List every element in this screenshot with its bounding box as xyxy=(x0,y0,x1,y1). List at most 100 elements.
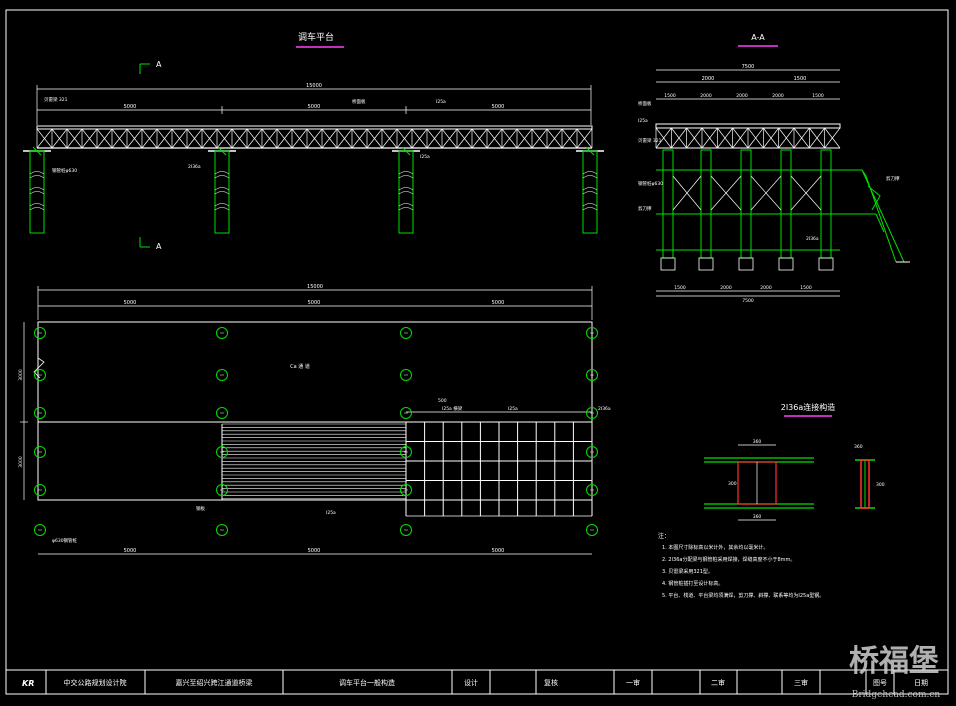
svg-text:剪刀撑: 剪刀撑 xyxy=(638,205,652,212)
pile-splice xyxy=(398,187,414,195)
svg-text:1500: 1500 xyxy=(664,93,676,99)
detail-title: 2I36a连接构造 xyxy=(781,402,836,412)
elevation-view: 调车平台 A A 15000 5000 5000 5000 贝雷梁 321 桥面… xyxy=(23,31,604,251)
svg-text:5000: 5000 xyxy=(308,300,321,306)
pile-column xyxy=(214,150,230,234)
connection-detail: 2I36a连接构造 360 300 360 300 360 xyxy=(704,402,885,521)
svg-text:3000: 3000 xyxy=(18,456,24,468)
svg-text:360: 360 xyxy=(854,444,863,450)
sec-pile-foot xyxy=(778,257,794,271)
svg-text:贝雷梁 321: 贝雷梁 321 xyxy=(638,137,662,144)
section-view: A-A 7500 2000 1500 1500 2000 2000 2000 1… xyxy=(638,33,910,304)
label-pile: 钢管桩φ630 xyxy=(52,167,77,174)
note-4: 4. 钢管桩插打至设计标高。 xyxy=(662,580,723,587)
sec-pile-foot xyxy=(818,257,834,271)
plan-view: 15000 5000 5000 5000 3000 3000 Ca 通 道 50… xyxy=(18,284,611,555)
svg-text:2000: 2000 xyxy=(720,285,732,291)
deck-hatch xyxy=(221,423,406,500)
svg-text:I25a: I25a xyxy=(508,406,518,412)
svg-text:2000: 2000 xyxy=(772,93,784,99)
pile-splice xyxy=(214,203,230,211)
svg-text:I25a: I25a xyxy=(326,510,336,516)
plan-pile-circles xyxy=(34,327,598,536)
note-5: 5. 平台、栈道、平台梁均须满焊，剪刀撑、斜撑、联系等均为I25a型钢。 xyxy=(662,592,824,599)
svg-text:I25a: I25a xyxy=(638,118,648,124)
svg-text:5000: 5000 xyxy=(492,548,505,554)
pile-splice xyxy=(582,187,598,195)
tb-map-no: 图号 xyxy=(873,679,887,687)
tb-review2: 二审 xyxy=(711,678,725,687)
svg-text:5000: 5000 xyxy=(308,548,321,554)
top-chord xyxy=(36,125,593,130)
cad-viewport[interactable]: 调车平台 A A 15000 5000 5000 5000 贝雷梁 321 桥面… xyxy=(0,0,956,706)
sec-pile xyxy=(820,149,832,259)
sec-deck xyxy=(655,123,841,129)
pier-columns xyxy=(23,146,604,234)
pile-splice xyxy=(214,171,230,179)
svg-text:5000: 5000 xyxy=(124,300,137,306)
pile-splice xyxy=(29,171,45,179)
label-pile-tag: φ630钢管桩 xyxy=(52,537,78,544)
pile-splice xyxy=(398,203,414,211)
label-deck: 桥面板 xyxy=(352,98,366,105)
dim-span-3: 5000 xyxy=(492,104,505,110)
label-pile-cap: 2I36a xyxy=(188,164,201,170)
watermark-site: Bridgehead.com.cn xyxy=(852,690,941,700)
watermark-brand: 桥福堡 xyxy=(849,644,939,679)
dim-span-2: 5000 xyxy=(308,104,321,110)
label-cross-beam: I25a xyxy=(436,99,446,105)
tb-drawing: 调车平台一般构造 xyxy=(339,678,395,687)
label-plan-slab: 钢板 xyxy=(196,505,205,512)
tb-date: 日期 xyxy=(914,679,928,687)
pile-column xyxy=(398,150,414,234)
pile-splice xyxy=(582,203,598,211)
sec-pile xyxy=(700,149,712,259)
svg-text:2000: 2000 xyxy=(736,93,748,99)
label-cut-tag: I25a xyxy=(420,154,430,160)
dim-span-1: 5000 xyxy=(124,104,137,110)
cut-label-top: A xyxy=(156,60,162,69)
sec-pile xyxy=(740,149,752,259)
section-title: A-A xyxy=(751,33,765,42)
pile-splice xyxy=(398,171,414,179)
svg-text:15000: 15000 xyxy=(307,284,323,290)
svg-text:桥面板: 桥面板 xyxy=(638,100,652,107)
truss-web xyxy=(36,128,593,149)
note-1: 1. 本图尺寸除标高以米计外，其余均以毫米计。 xyxy=(662,544,768,551)
sec-strut xyxy=(836,169,905,263)
svg-text:300: 300 xyxy=(876,482,885,488)
sec-truss xyxy=(655,127,841,149)
svg-text:360: 360 xyxy=(753,439,762,445)
svg-text:1500: 1500 xyxy=(812,93,824,99)
pile-splice xyxy=(29,187,45,195)
svg-text:2000: 2000 xyxy=(760,285,772,291)
company-logo: KR xyxy=(22,679,34,688)
pile-splice xyxy=(214,187,230,195)
notes-heading: 注： xyxy=(658,532,670,540)
label-beam-top: 贝雷梁 321 xyxy=(44,96,68,103)
deck-grid xyxy=(405,411,593,517)
svg-text:360: 360 xyxy=(753,514,762,520)
tb-design: 设计 xyxy=(464,678,478,687)
dim-overall: 15000 xyxy=(306,83,322,89)
svg-text:5000: 5000 xyxy=(492,300,505,306)
sec-pile-foot xyxy=(738,257,754,271)
sec-pile-foot xyxy=(660,257,676,271)
svg-text:2I36a: 2I36a xyxy=(598,406,611,412)
svg-text:7500: 7500 xyxy=(742,64,755,70)
pile-splice xyxy=(29,203,45,211)
elevation-title: 调车平台 xyxy=(298,31,334,43)
svg-text:3000: 3000 xyxy=(18,369,24,381)
svg-text:7500: 7500 xyxy=(742,298,754,304)
pile-column xyxy=(29,150,45,234)
svg-text:钢管桩φ630: 钢管桩φ630 xyxy=(638,180,663,187)
svg-text:500: 500 xyxy=(438,398,447,404)
pile-column xyxy=(582,150,598,234)
tb-company: 中交公路规划设计院 xyxy=(64,678,127,687)
note-2: 2. 2I36a分配梁与钢管桩采用焊接，焊缝高度不小于8mm。 xyxy=(662,556,795,563)
tb-project: 嘉兴至绍兴跨江通道桥梁 xyxy=(176,678,253,687)
svg-text:2I36a: 2I36a xyxy=(806,236,819,242)
cut-label-bottom: A xyxy=(156,242,162,251)
svg-text:剪刀撑: 剪刀撑 xyxy=(886,175,900,182)
sheet-border xyxy=(5,9,949,695)
